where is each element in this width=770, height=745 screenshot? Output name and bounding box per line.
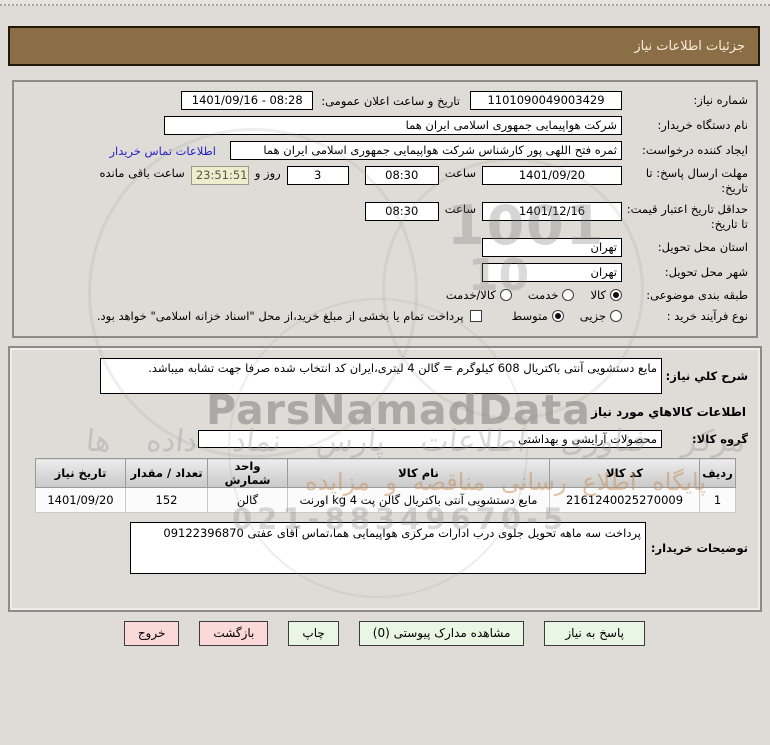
deadline-row: مهلت ارسال پاسخ: تا تاریخ: 1401/09/20 سا… (22, 166, 748, 196)
validity-hour-label: ساعت (444, 201, 476, 216)
back-button[interactable]: بازگشت (199, 621, 269, 646)
province-label: استان محل تحویل: (657, 239, 748, 254)
radio-partial-label: جزیی (579, 309, 606, 324)
goods-group-row: گروه کالا: محصولات آرایشی و بهداشتی (22, 430, 748, 448)
creator-field[interactable]: ثمره فتح اللهی پور کارشناس شرکت هواپیمای… (230, 141, 622, 160)
col-goods-name: نام کالا (287, 458, 550, 488)
treasury-checkbox-icon[interactable] (469, 310, 482, 323)
radio-goods-icon[interactable] (610, 289, 622, 302)
radio-medium-label: متوسط (511, 309, 548, 324)
view-attachments-button[interactable]: مشاهده مدارک پیوستی (0) (358, 621, 525, 646)
radio-option-goods-service[interactable]: کالا/خدمت (446, 288, 512, 302)
cell-row-no: 1 (699, 487, 736, 513)
radio-medium-icon[interactable] (551, 310, 564, 323)
purchase-process-row: نوع فرآیند خرید : جزیی متوسط پرداخت تمام… (22, 309, 748, 324)
deadline-label: مهلت ارسال پاسخ: تا تاریخ: (645, 166, 748, 195)
col-need-date: تاریخ نیاز (35, 458, 126, 488)
price-validity-label: حداقل تاریخ اعتبار قیمت: تا تاریخ: (626, 201, 748, 231)
remaining-days-field[interactable]: 3 (286, 166, 349, 185)
goods-group-label: گروه کالا: (692, 432, 748, 446)
print-button[interactable]: چاپ (288, 621, 339, 646)
radio-option-goods[interactable]: کالا (590, 288, 622, 302)
need-number-field[interactable]: 1101090049003429 (470, 91, 622, 110)
exit-button[interactable]: خروج (123, 621, 180, 646)
top-decorative-strip (0, 0, 770, 6)
classification-row: طبقه بندی موضوعی: کالا خدمت کالا/خدمت (22, 288, 748, 303)
cell-unit: گالن (207, 487, 288, 513)
col-row-no: ردیف (699, 458, 736, 488)
validity-date-field[interactable]: 1401/12/16 (482, 201, 622, 221)
deadline-time-field[interactable]: 08:30 (364, 166, 439, 185)
creator-label: ایجاد کننده درخواست: (642, 143, 748, 158)
col-goods-code: کد کالا (549, 458, 700, 488)
radio-goods-service-icon[interactable] (499, 289, 512, 302)
deadline-hour-label: ساعت (444, 166, 476, 180)
page-title: جزئیات اطلاعات نیاز (634, 38, 745, 54)
radio-goods-service-label: کالا/خدمت (445, 288, 496, 303)
radio-option-service[interactable]: خدمت (528, 288, 575, 302)
action-buttons-bar: پاسخ به نیاز مشاهده مدارک پیوستی (0) چاپ… (123, 621, 645, 646)
city-label: شهر محل تحویل: (664, 264, 748, 279)
goods-table-header-row: ردیف کد کالا نام کالا واحد شمارش تعداد /… (35, 458, 736, 488)
radio-service-label: خدمت (527, 288, 559, 303)
classification-label: طبقه بندی موضوعی: (646, 287, 748, 302)
radio-option-medium[interactable]: متوسط (512, 309, 564, 323)
need-description-field[interactable]: مایع دستشویی آنتی باکتریال 608 کیلوگرم =… (100, 358, 662, 394)
col-quantity: تعداد / مقدار (125, 458, 208, 488)
need-details-page: جزئیات اطلاعات نیاز شماره نیاز: 11010900… (0, 0, 770, 745)
buyer-notes-field[interactable]: پرداخت سه ماهه تحویل جلوی درب ادارات مرک… (130, 522, 646, 574)
remaining-label: ساعت باقی مانده (99, 166, 185, 180)
need-number-row: شماره نیاز: 1101090049003429 تاریخ و ساع… (22, 91, 748, 110)
city-field[interactable]: تهران (482, 262, 622, 282)
creator-row: ایجاد کننده درخواست: ثمره فتح اللهی پور … (22, 141, 748, 160)
deadline-date-field[interactable]: 1401/09/20 (482, 166, 622, 185)
buyer-org-row: نام دستگاه خریدار: شرکت هواپیمایی جمهوری… (22, 116, 748, 135)
reply-to-need-button[interactable]: پاسخ به نیاز (544, 621, 645, 646)
announce-datetime-label: تاریخ و ساعت اعلان عمومی: (321, 93, 460, 108)
cell-goods-code: 2161240025270009 (549, 487, 700, 513)
cell-need-date: 1401/09/20 (35, 487, 126, 513)
page-title-bar: جزئیات اطلاعات نیاز (8, 26, 760, 66)
cell-quantity: 152 (125, 487, 208, 513)
radio-partial-icon[interactable] (610, 310, 622, 323)
buyer-contact-link[interactable]: اطلاعات تماس خریدار (109, 144, 216, 158)
days-label: روز و (254, 166, 281, 180)
need-description-label: شرح کلي نیاز: (665, 369, 748, 383)
purchase-process-label: نوع فرآیند خرید : (666, 308, 748, 323)
price-validity-row: حداقل تاریخ اعتبار قیمت: تا تاریخ: 1401/… (22, 201, 748, 232)
announce-datetime-field[interactable]: 1401/09/16 - 08:28 (181, 91, 314, 110)
buyer-org-label: نام دستگاه خریدار: (657, 118, 748, 133)
need-number-label: شماره نیاز: (693, 93, 748, 108)
goods-group-field[interactable]: محصولات آرایشی و بهداشتی (198, 430, 662, 448)
cell-goods-name: مایع دستشویی آنتی باکتریال گالن پت 4 kg … (287, 487, 550, 513)
radio-option-partial[interactable]: جزیی (580, 309, 622, 323)
need-info-section: شماره نیاز: 1101090049003429 تاریخ و ساع… (12, 80, 758, 338)
province-row: استان محل تحویل: تهران (22, 237, 748, 257)
buyer-org-field[interactable]: شرکت هواپیمایی جمهوری اسلامی ایران هما (164, 116, 622, 135)
buyer-notes-label: توضیحات خریدار: (650, 541, 748, 555)
radio-service-icon[interactable] (562, 289, 575, 302)
goods-table: ردیف کد کالا نام کالا واحد شمارش تعداد /… (35, 458, 736, 513)
validity-time-field[interactable]: 08:30 (364, 201, 439, 221)
remaining-time-countdown: 23:51:51 (190, 166, 249, 185)
province-field[interactable]: تهران (482, 237, 622, 257)
goods-table-row: 1 2161240025270009 مایع دستشویی آنتی باک… (35, 487, 736, 513)
radio-goods-label: کالا (590, 288, 606, 303)
need-description-row: شرح کلي نیاز: مایع دستشویی آنتی باکتریال… (22, 358, 748, 394)
city-row: شهر محل تحویل: تهران (22, 262, 748, 282)
goods-info-section: شرح کلي نیاز: مایع دستشویی آنتی باکتریال… (8, 346, 762, 612)
col-unit: واحد شمارش (207, 458, 288, 488)
treasury-checkbox-label: پرداخت تمام یا بخشی از مبلغ خرید،از محل … (96, 309, 464, 324)
goods-info-heading: اطلاعات کالاهاي مورد نیاز (591, 405, 746, 419)
treasury-checkbox-option[interactable]: پرداخت تمام یا بخشی از مبلغ خرید،از محل … (97, 309, 482, 323)
buyer-notes-row: توضیحات خریدار: پرداخت سه ماهه تحویل جلو… (22, 522, 748, 574)
